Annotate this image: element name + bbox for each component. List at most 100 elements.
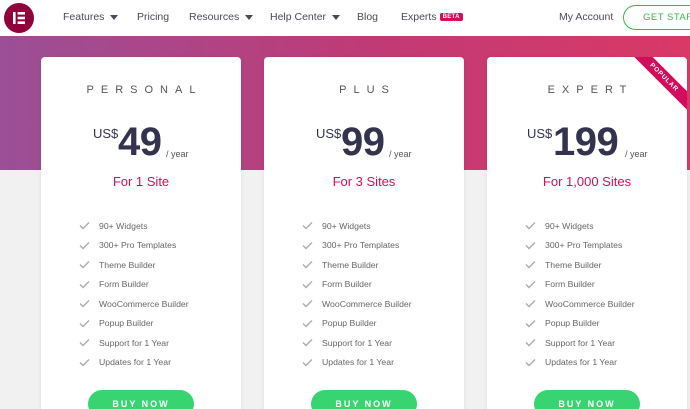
feature-item: WooCommerce Builder: [525, 294, 635, 314]
feature-label: Popup Builder: [99, 318, 154, 329]
feature-label: WooCommerce Builder: [99, 298, 189, 309]
check-icon: [302, 280, 313, 289]
feature-item: Form Builder: [302, 275, 412, 295]
feature-label: Popup Builder: [322, 318, 377, 329]
check-icon: [525, 339, 536, 347]
nav-item-label: Resources: [189, 11, 240, 23]
feature-item: Theme Builder: [79, 255, 189, 275]
top-nav: Features Pricing Resources Help Center B…: [0, 0, 690, 36]
elementor-logo-icon[interactable]: [4, 3, 34, 33]
check-icon: [302, 339, 313, 347]
feature-list: 90+ Widgets 300+ Pro Templates Theme Bui…: [525, 216, 635, 372]
feature-label: Updates for 1 Year: [545, 357, 617, 368]
pricing-card-personal: PERSONAL US$ 49 / year For 1 Site 90+ Wi…: [41, 57, 241, 409]
check-icon: [302, 261, 313, 269]
nav-item-help-center[interactable]: Help Center: [270, 11, 341, 23]
feature-item: Popup Builder: [302, 314, 412, 334]
feature-label: 90+ Widgets: [322, 220, 371, 231]
feature-label: Support for 1 Year: [322, 337, 393, 348]
buy-now-button[interactable]: BUY NOW: [88, 390, 194, 409]
plan-sites: For 1 Site: [112, 174, 170, 189]
feature-label: 90+ Widgets: [545, 220, 594, 231]
check-icon: [525, 300, 536, 308]
feature-item: Updates for 1 Year: [79, 353, 189, 373]
feature-label: Theme Builder: [322, 259, 379, 270]
feature-label: WooCommerce Builder: [545, 298, 635, 309]
nav-item-label: Help Center: [270, 11, 327, 23]
plan-name: PERSONAL: [86, 84, 203, 96]
feature-label: Form Builder: [99, 279, 149, 290]
buy-now-button[interactable]: BUY NOW: [534, 390, 640, 409]
nav-item-label: Pricing: [137, 11, 170, 23]
check-icon: [302, 300, 313, 308]
feature-item: 300+ Pro Templates: [79, 236, 189, 256]
feature-label: Theme Builder: [99, 259, 156, 270]
nav-item-label: Features: [63, 11, 105, 23]
feature-item: WooCommerce Builder: [79, 294, 189, 314]
feature-item: 300+ Pro Templates: [302, 236, 412, 256]
nav-item-experts[interactable]: Experts BETA: [401, 11, 463, 23]
check-icon: [79, 358, 90, 367]
nav-item-resources[interactable]: Resources: [189, 11, 254, 23]
beta-badge: BETA: [439, 13, 463, 21]
feature-item: Updates for 1 Year: [525, 353, 635, 373]
feature-label: 300+ Pro Templates: [545, 240, 623, 251]
check-icon: [525, 319, 536, 328]
plan-name: EXPERT: [547, 84, 634, 96]
check-icon: [302, 222, 313, 230]
check-icon: [79, 339, 90, 347]
feature-item: Updates for 1 Year: [302, 353, 412, 373]
nav-item-label: Experts: [401, 11, 437, 23]
feature-item: Support for 1 Year: [79, 333, 189, 353]
feature-label: Popup Builder: [545, 318, 600, 329]
nav-item-label: Blog: [357, 11, 379, 23]
check-icon: [79, 241, 90, 250]
nav-item-pricing[interactable]: Pricing: [137, 11, 169, 23]
check-icon: [79, 280, 90, 289]
pricing-card-plus: PLUS US$ 99 / year For 3 Sites 90+ Widge…: [264, 57, 464, 409]
feature-item: WooCommerce Builder: [302, 294, 412, 314]
check-icon: [79, 261, 90, 269]
feature-item: 90+ Widgets: [525, 216, 635, 236]
get-started-button[interactable]: GET STARTED: [623, 5, 690, 30]
feature-item: Form Builder: [525, 275, 635, 295]
check-icon: [79, 300, 90, 308]
nav-item-blog[interactable]: Blog: [357, 11, 378, 23]
feature-label: 90+ Widgets: [99, 220, 148, 231]
price-currency: US$: [316, 126, 342, 141]
feature-item: Popup Builder: [525, 314, 635, 334]
buy-now-button[interactable]: BUY NOW: [311, 390, 417, 409]
feature-item: Support for 1 Year: [525, 333, 635, 353]
check-icon: [79, 222, 90, 230]
check-icon: [79, 319, 90, 328]
price-row: US$ 99 / year: [264, 120, 464, 164]
feature-label: Support for 1 Year: [545, 337, 616, 348]
get-started-label: GET STARTED: [643, 12, 690, 23]
price-period: / year: [389, 149, 412, 159]
feature-label: Form Builder: [545, 279, 595, 290]
check-icon: [525, 222, 536, 230]
plan-sites: For 3 Sites: [332, 174, 396, 189]
check-icon: [302, 358, 313, 367]
feature-label: Updates for 1 Year: [322, 357, 394, 368]
chevron-down-icon: [110, 14, 119, 20]
chevron-down-icon: [332, 14, 341, 20]
price-amount: 49: [118, 120, 162, 164]
check-icon: [525, 241, 536, 250]
pricing-card-expert: POPULAR EXPERT US$ 199 / year For 1,000 …: [487, 57, 687, 409]
feature-item: 90+ Widgets: [302, 216, 412, 236]
nav-item-features[interactable]: Features: [63, 11, 119, 23]
plan-sites: For 1,000 Sites: [542, 174, 632, 189]
feature-item: Form Builder: [79, 275, 189, 295]
feature-label: Form Builder: [322, 279, 372, 290]
chevron-down-icon: [245, 14, 254, 20]
feature-item: Support for 1 Year: [302, 333, 412, 353]
plan-name: PLUS: [339, 84, 396, 96]
price-row: US$ 199 / year: [487, 120, 687, 164]
check-icon: [525, 280, 536, 289]
check-icon: [525, 358, 536, 367]
my-account-link[interactable]: My Account: [559, 11, 613, 23]
price-amount: 199: [553, 120, 619, 164]
my-account-label: My Account: [559, 11, 614, 23]
feature-list: 90+ Widgets 300+ Pro Templates Theme Bui…: [302, 216, 412, 372]
